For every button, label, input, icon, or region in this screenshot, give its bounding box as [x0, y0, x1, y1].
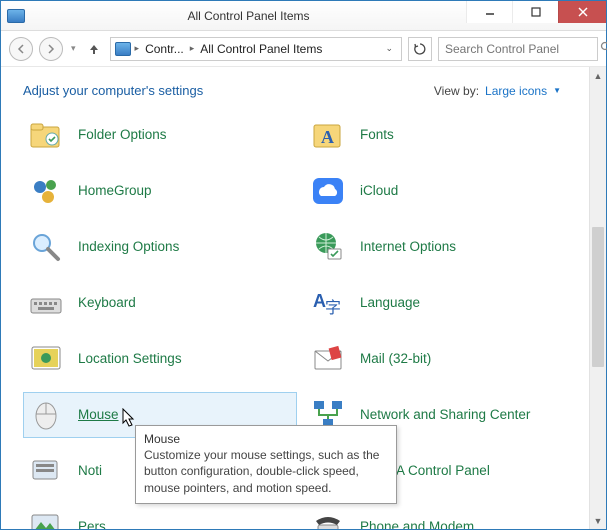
view-by-value[interactable]: Large icons	[485, 84, 547, 98]
keyboard-icon	[28, 285, 64, 321]
navigation-bar: ▾ ▸ Contr... ▸ All Control Panel Items ⌄	[1, 31, 606, 67]
item-keyboard[interactable]: Keyboard	[23, 280, 297, 326]
chevron-right-icon[interactable]: ▸	[190, 43, 195, 54]
scroll-thumb[interactable]	[592, 227, 604, 367]
item-homegroup[interactable]: HomeGroup	[23, 168, 297, 214]
search-box[interactable]	[438, 37, 598, 61]
personalization-icon	[28, 509, 64, 529]
homegroup-icon	[28, 173, 64, 209]
internet-options-icon	[310, 229, 346, 265]
item-language[interactable]: A字 Language	[305, 280, 579, 326]
recent-dropdown-icon[interactable]: ▾	[69, 43, 78, 54]
item-label: iCloud	[360, 183, 398, 199]
item-label: Indexing Options	[78, 239, 179, 255]
forward-button[interactable]	[39, 37, 63, 61]
item-label: Internet Options	[360, 239, 456, 255]
tooltip-title: Mouse	[144, 431, 388, 447]
mouse-icon	[28, 397, 64, 433]
address-dropdown-icon[interactable]: ⌄	[379, 43, 399, 54]
phone-modem-icon	[310, 509, 346, 529]
item-label: Mouse	[78, 407, 119, 423]
svg-text:字: 字	[325, 299, 341, 317]
item-label: Mail (32-bit)	[360, 351, 431, 367]
item-folder-options[interactable]: Folder Options	[23, 112, 297, 158]
item-label: Network and Sharing Center	[360, 407, 530, 423]
view-by-label: View by:	[434, 84, 479, 98]
scroll-down-button[interactable]: ▼	[590, 512, 606, 529]
titlebar: All Control Panel Items	[1, 1, 606, 31]
view-by: View by: Large icons ▼	[434, 84, 579, 98]
window-title: All Control Panel Items	[31, 9, 466, 23]
item-label: Keyboard	[78, 295, 136, 311]
item-label: Noti	[78, 463, 102, 479]
item-label: Phone and Modem	[360, 519, 474, 529]
fonts-icon: A	[310, 117, 346, 153]
chevron-down-icon[interactable]: ▼	[553, 86, 561, 95]
up-button[interactable]	[84, 39, 104, 59]
item-mail[interactable]: Mail (32-bit)	[305, 336, 579, 382]
control-panel-icon	[115, 42, 131, 56]
search-icon[interactable]	[600, 41, 607, 56]
search-input[interactable]	[445, 42, 600, 56]
tooltip: Mouse Customize your mouse settings, suc…	[135, 425, 397, 504]
mail-icon	[310, 341, 346, 377]
breadcrumb-2[interactable]: All Control Panel Items	[196, 42, 326, 56]
minimize-button[interactable]	[466, 1, 512, 23]
back-button[interactable]	[9, 37, 33, 61]
item-indexing-options[interactable]: Indexing Options	[23, 224, 297, 270]
svg-text:A: A	[321, 127, 334, 147]
header-row: Adjust your computer's settings View by:…	[23, 83, 579, 98]
page-heading: Adjust your computer's settings	[23, 83, 203, 98]
item-icloud[interactable]: iCloud	[305, 168, 579, 214]
location-settings-icon	[28, 341, 64, 377]
maximize-button[interactable]	[512, 1, 558, 23]
item-location-settings[interactable]: Location Settings	[23, 336, 297, 382]
refresh-button[interactable]	[408, 37, 432, 61]
chevron-right-icon[interactable]: ▸	[135, 43, 140, 54]
item-phone-modem[interactable]: Phone and Modem	[305, 504, 579, 529]
address-bar[interactable]: ▸ Contr... ▸ All Control Panel Items ⌄	[110, 37, 402, 61]
item-label: HomeGroup	[78, 183, 152, 199]
indexing-options-icon	[28, 229, 64, 265]
icloud-icon	[310, 173, 346, 209]
tooltip-body: Customize your mouse settings, such as t…	[144, 447, 388, 496]
notification-icon	[28, 453, 64, 489]
item-personalization[interactable]: Pers	[23, 504, 297, 529]
item-internet-options[interactable]: Internet Options	[305, 224, 579, 270]
scroll-up-button[interactable]: ▲	[590, 67, 606, 84]
item-label: Folder Options	[78, 127, 167, 143]
folder-options-icon	[28, 117, 64, 153]
item-label: Pers	[78, 519, 106, 529]
item-label: Location Settings	[78, 351, 182, 367]
breadcrumb-1[interactable]: Contr...	[141, 42, 188, 56]
window-buttons	[466, 1, 606, 23]
close-button[interactable]	[558, 1, 606, 23]
item-fonts[interactable]: A Fonts	[305, 112, 579, 158]
item-label: Fonts	[360, 127, 394, 143]
language-icon: A字	[310, 285, 346, 321]
item-label: Language	[360, 295, 420, 311]
scrollbar[interactable]: ▲ ▼	[589, 67, 606, 529]
system-icon	[7, 9, 25, 23]
